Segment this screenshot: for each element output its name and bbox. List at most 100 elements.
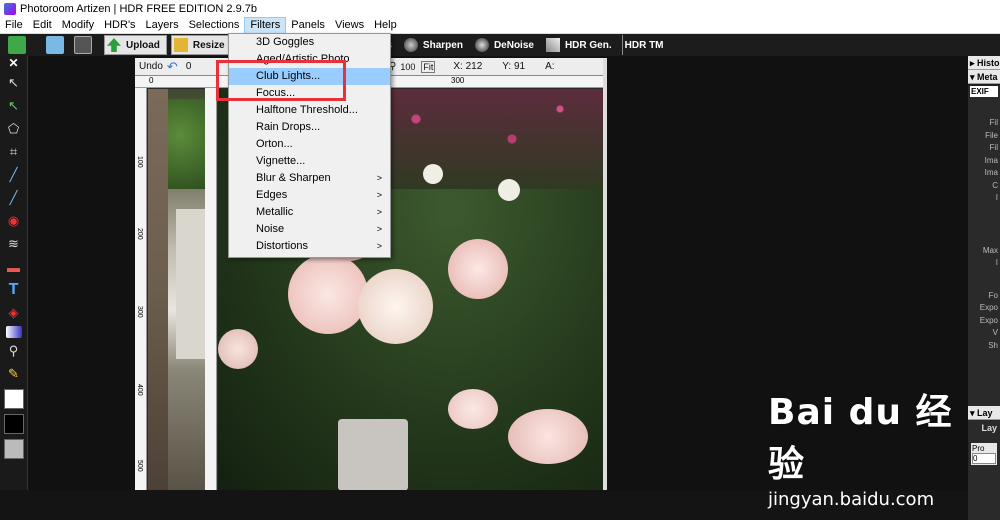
menu-item-3d-goggles[interactable]: 3D Goggles [229, 34, 390, 51]
doc1-ruler-v-label: 200 [136, 228, 143, 240]
props-box: Pro 0 [971, 443, 997, 465]
eye-tool-icon[interactable]: ◉ [4, 211, 24, 231]
lasso-tool-icon[interactable]: ⬠ [4, 119, 24, 139]
meta-row: Fo [988, 290, 998, 300]
menu-item-blur-sharpen[interactable]: Blur & Sharpen > [229, 170, 390, 187]
watermark-url: jingyan.baidu.com [768, 489, 935, 510]
layers-panel-header[interactable]: ▾ Lay [968, 406, 1000, 420]
open-folder-icon[interactable] [46, 36, 64, 54]
layers-label: Lay [977, 408, 993, 418]
window-title: Photoroom Artizen | HDR FREE EDITION 2.9… [20, 2, 257, 15]
right-panel: ▸ Histo ▾ Meta EXIF Fil File Fil Ima Ima… [968, 56, 1000, 520]
doc1-ruler-horizontal: 0 [135, 76, 205, 88]
metadata-body: EXIF Fil File Fil Ima Ima C I Max I Fo E… [968, 86, 1000, 406]
submenu-arrow-icon: > [376, 207, 382, 217]
menu-panels[interactable]: Panels [286, 17, 330, 34]
exif-tab[interactable]: EXIF [970, 86, 998, 97]
menu-item-distortions[interactable]: Distortions > [229, 238, 390, 255]
doc2-ruler-vertical [205, 88, 217, 490]
sharpen-button[interactable]: Sharpen [401, 35, 469, 55]
x-coordinate: X: 212 [453, 61, 483, 72]
doc1-ruler-v-label: 500 [136, 460, 143, 472]
foreground-color-swatch[interactable] [3, 389, 24, 409]
menu-hdrs[interactable]: HDR's [99, 17, 140, 34]
upload-button[interactable]: Upload [104, 35, 167, 55]
sharpen-icon [403, 38, 418, 52]
menu-modify[interactable]: Modify [57, 17, 99, 34]
meta-row: Expo [979, 303, 998, 312]
hdr-tm-label: HDR TM [624, 39, 664, 51]
meta-row: Expo [979, 315, 998, 325]
menu-item-label: Distortions [256, 240, 308, 252]
add-point-tool-icon[interactable]: ↖ [4, 96, 24, 116]
menu-filters[interactable]: Filters [244, 16, 287, 34]
zoom-tool-icon[interactable]: ⚲ [4, 341, 24, 361]
meta-row: Fil [989, 143, 998, 152]
hdr-gen-button[interactable]: HDR Gen. [543, 35, 618, 55]
gradient-tool-icon[interactable] [5, 326, 22, 338]
denoise-button[interactable]: DeNoise [472, 35, 540, 55]
background-color-swatch[interactable] [3, 414, 24, 434]
hdr-tm-button[interactable]: HDR TM [621, 35, 670, 55]
gray-swatch[interactable] [3, 439, 24, 459]
doc1-ruler-v-label: 300 [136, 306, 143, 318]
wave-tool-icon[interactable]: ≋ [4, 234, 24, 254]
meta-row: File [985, 130, 998, 140]
menu-item-label: Halftone Threshold... [256, 104, 358, 116]
title-bar: Photoroom Artizen | HDR FREE EDITION 2.9… [0, 0, 1000, 17]
history-panel-header[interactable]: ▸ Histo [968, 56, 1000, 70]
eyedropper-tool-icon[interactable]: ✎ [4, 364, 24, 384]
doc1-undo-label[interactable]: Undo [139, 61, 163, 72]
hdr-gen-icon [545, 38, 560, 52]
menu-item-edges[interactable]: Edges > [229, 187, 390, 204]
doc1-ruler-v-label: 100 [136, 156, 143, 168]
brush-tool-icon[interactable]: ╱ [4, 165, 24, 185]
meta-row: V [992, 328, 998, 337]
document-window-1: Undo ↶ 0 0 100 200 300 400 500 [135, 58, 205, 490]
eraser-tool-icon[interactable]: ▬ [4, 257, 24, 277]
crop-tool-icon[interactable]: ⌗ [4, 142, 24, 162]
bucket-tool-icon[interactable]: ◈ [4, 303, 24, 323]
undo-arrow-icon[interactable]: ↶ [167, 59, 178, 75]
menu-help[interactable]: Help [369, 17, 402, 34]
submenu-arrow-icon: > [376, 224, 382, 234]
menu-item-noise[interactable]: Noise > [229, 221, 390, 238]
menu-item-orton[interactable]: Orton... [229, 136, 390, 153]
y-coordinate: Y: 91 [502, 61, 526, 72]
props-value-input[interactable]: 0 [972, 453, 996, 464]
menu-edit[interactable]: Edit [28, 17, 57, 34]
meta-row: Ima [984, 168, 998, 177]
menu-layers[interactable]: Layers [141, 17, 184, 34]
app-icon [4, 2, 16, 15]
close-icon[interactable]: ✕ [0, 56, 27, 70]
menu-item-label: Noise [256, 223, 285, 235]
doc2-ruler-h-label: 300 [451, 76, 465, 85]
meta-row: Fil [989, 118, 998, 127]
fit-button[interactable]: Fit [421, 60, 436, 73]
save-disk-icon[interactable] [74, 36, 92, 54]
submenu-arrow-icon: > [376, 190, 382, 200]
doc1-ruler-vertical: 100 200 300 400 500 [135, 88, 147, 490]
menu-item-metallic[interactable]: Metallic > [229, 204, 390, 221]
menu-item-halftone-threshold[interactable]: Halftone Threshold... [229, 102, 390, 119]
text-tool-icon[interactable]: T [4, 280, 24, 300]
doc1-ruler-h-label: 0 [149, 76, 154, 85]
menu-item-label: Vignette... [256, 155, 306, 167]
vertical-scrollbar[interactable] [603, 58, 607, 490]
menu-views[interactable]: Views [330, 17, 369, 34]
pen-tool-icon[interactable]: ╱ [4, 188, 24, 208]
metadata-panel-header[interactable]: ▾ Meta [968, 70, 1000, 84]
menu-item-vignette[interactable]: Vignette... [229, 153, 390, 170]
pointer-tool-icon[interactable]: ↖ [4, 73, 24, 93]
doc1-toolbar: Undo ↶ 0 [135, 58, 205, 76]
menu-item-rain-drops[interactable]: Rain Drops... [229, 119, 390, 136]
menu-selections[interactable]: Selections [184, 17, 245, 34]
meta-label: Meta [977, 72, 998, 82]
menu-item-label: Blur & Sharpen [256, 172, 331, 184]
menu-file[interactable]: File [0, 17, 28, 34]
upload-label: Upload [126, 39, 160, 51]
menu-item-label: Rain Drops... [256, 121, 321, 133]
meta-row: I [995, 193, 998, 202]
annotation-highlight-box [216, 60, 346, 101]
new-file-icon[interactable] [8, 36, 26, 54]
